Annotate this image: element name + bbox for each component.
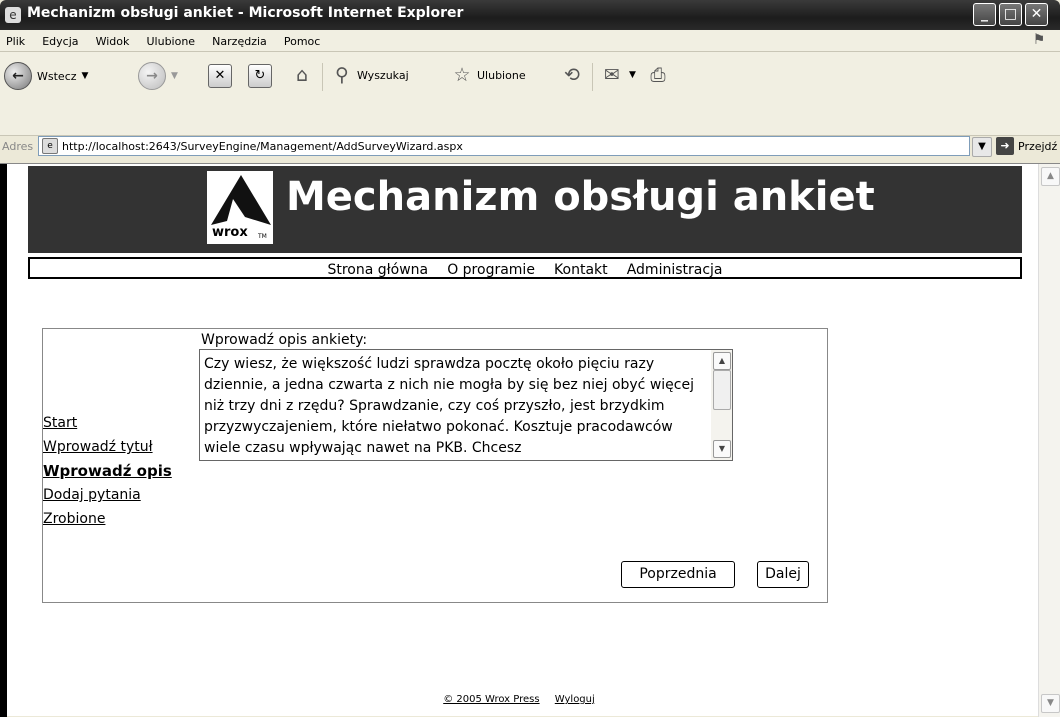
address-url: http://localhost:2643/SurveyEngine/Manag… <box>62 139 463 153</box>
stop-icon: ✕ <box>208 64 232 88</box>
chevron-down-icon: ▼ <box>171 71 178 81</box>
go-button[interactable]: ➜ Przejdź <box>996 137 1057 155</box>
description-textarea[interactable]: Czy wiesz, że większość ludzi sprawdza p… <box>199 349 733 461</box>
logo-text: wrox <box>212 225 248 240</box>
ie-icon: e <box>5 7 21 23</box>
nav-admin-link[interactable]: Administracja <box>620 261 730 278</box>
page-scrollbar[interactable]: ▲ ▼ <box>1038 164 1060 717</box>
search-label: Wyszukaj <box>357 68 409 82</box>
search-icon: ⚲ <box>335 64 349 86</box>
back-button[interactable]: ← Wstecz ▼ <box>4 62 88 90</box>
copyright-link[interactable]: © 2005 Wrox Press <box>443 694 539 705</box>
description-label: Wprowadź opis ankiety: <box>201 332 368 348</box>
history-icon: ⟲ <box>564 64 580 86</box>
minimize-button[interactable]: _ <box>973 3 996 26</box>
refresh-button[interactable]: ↻ <box>248 64 272 88</box>
toolbar-separator <box>322 63 323 91</box>
favorites-button[interactable]: ☆ Ulubione <box>450 63 526 87</box>
nav-home-link[interactable]: Strona główna <box>320 261 435 278</box>
menu-favorites[interactable]: Ulubione <box>140 31 201 48</box>
step-title-link[interactable]: Wprowadź tytuł <box>43 435 172 459</box>
windows-logo-icon: ⚑ <box>1032 32 1046 48</box>
close-button[interactable]: ✕ <box>1025 3 1048 26</box>
chevron-down-icon: ▼ <box>629 70 636 80</box>
menu-edit[interactable]: Edycja <box>36 31 84 48</box>
mail-button[interactable]: ✉ ▼ <box>600 63 636 87</box>
address-label: Adres <box>2 140 34 153</box>
wrox-logo: wrox TM <box>207 171 273 244</box>
menu-bar: Plik Edycja Widok Ulubione Narzędzia Pom… <box>0 30 1060 52</box>
star-icon: ☆ <box>453 64 471 86</box>
menu-help[interactable]: Pomoc <box>278 31 326 48</box>
nav-contact-link[interactable]: Kontakt <box>547 261 615 278</box>
browser-viewport: wrox TM Mechanizm obsługi ankiet Strona … <box>0 163 1060 717</box>
forward-button[interactable]: → ▼ <box>138 62 178 90</box>
back-label: Wstecz <box>37 69 77 83</box>
forward-arrow-icon: → <box>138 62 166 90</box>
logo-tm: TM <box>258 233 267 240</box>
toolbar-separator <box>592 63 593 91</box>
address-input[interactable]: e http://localhost:2643/SurveyEngine/Man… <box>38 136 970 156</box>
survey-wizard: Start Wprowadź tytuł Wprowadź opis Dodaj… <box>42 328 828 603</box>
back-arrow-icon: ← <box>4 62 32 90</box>
description-text[interactable]: Czy wiesz, że większość ludzi sprawdza p… <box>204 354 704 458</box>
window-left-border <box>0 164 7 717</box>
favorites-label: Ulubione <box>477 68 526 82</box>
scroll-up-icon[interactable]: ▲ <box>713 352 731 370</box>
home-icon: ⌂ <box>295 64 309 86</box>
menu-view[interactable]: Widok <box>90 31 136 48</box>
page-icon: e <box>42 138 58 154</box>
step-start-link[interactable]: Start <box>43 411 172 435</box>
stop-button[interactable]: ✕ <box>208 64 232 88</box>
site-nav: Strona główna O programie Kontakt Admini… <box>28 257 1022 279</box>
printer-icon: ⎙ <box>650 64 666 86</box>
nav-about-link[interactable]: O programie <box>440 261 542 278</box>
step-description-link[interactable]: Wprowadź opis <box>43 459 172 483</box>
next-button[interactable]: Dalej <box>757 561 809 588</box>
logout-link[interactable]: Wyloguj <box>555 694 595 705</box>
textarea-scrollbar[interactable]: ▲ ▼ <box>711 350 732 460</box>
menu-tools[interactable]: Narzędzia <box>206 31 273 48</box>
menu-file[interactable]: Plik <box>0 31 31 48</box>
step-done-link[interactable]: Zrobione <box>43 507 172 531</box>
scroll-thumb[interactable] <box>713 370 731 410</box>
site-title: Mechanizm obsługi ankiet <box>286 174 875 220</box>
previous-button[interactable]: Poprzednia <box>621 561 735 588</box>
maximize-button[interactable]: □ <box>999 3 1022 26</box>
window-title: Mechanizm obsługi ankiet - Microsoft Int… <box>27 5 464 21</box>
chevron-down-icon: ▼ <box>81 71 89 81</box>
toolbar: ← Wstecz ▼ → ▼ ✕ ↻ ⌂ ⚲ Wyszukaj ☆ Ulubio… <box>0 52 1060 136</box>
mail-icon: ✉ <box>604 64 620 86</box>
page-footer: © 2005 Wrox Press Wyloguj <box>0 694 1038 705</box>
search-button[interactable]: ⚲ Wyszukaj <box>330 63 409 87</box>
refresh-icon: ↻ <box>248 64 272 88</box>
wizard-steps: Start Wprowadź tytuł Wprowadź opis Dodaj… <box>43 411 172 531</box>
go-arrow-icon: ➜ <box>996 137 1014 155</box>
site-header: wrox TM Mechanizm obsługi ankiet <box>28 166 1022 253</box>
scroll-down-icon[interactable]: ▼ <box>1041 694 1060 713</box>
go-label: Przejdź <box>1018 139 1058 153</box>
window-titlebar[interactable]: e Mechanizm obsługi ankiet - Microsoft I… <box>0 0 1060 30</box>
scroll-up-icon[interactable]: ▲ <box>1041 167 1060 186</box>
address-dropdown-button[interactable]: ▼ <box>972 137 992 157</box>
print-button[interactable]: ⎙ <box>646 63 670 87</box>
step-questions-link[interactable]: Dodaj pytania <box>43 483 172 507</box>
scroll-down-icon[interactable]: ▼ <box>713 440 731 458</box>
home-button[interactable]: ⌂ <box>290 63 314 87</box>
history-button[interactable]: ⟲ <box>560 63 584 87</box>
